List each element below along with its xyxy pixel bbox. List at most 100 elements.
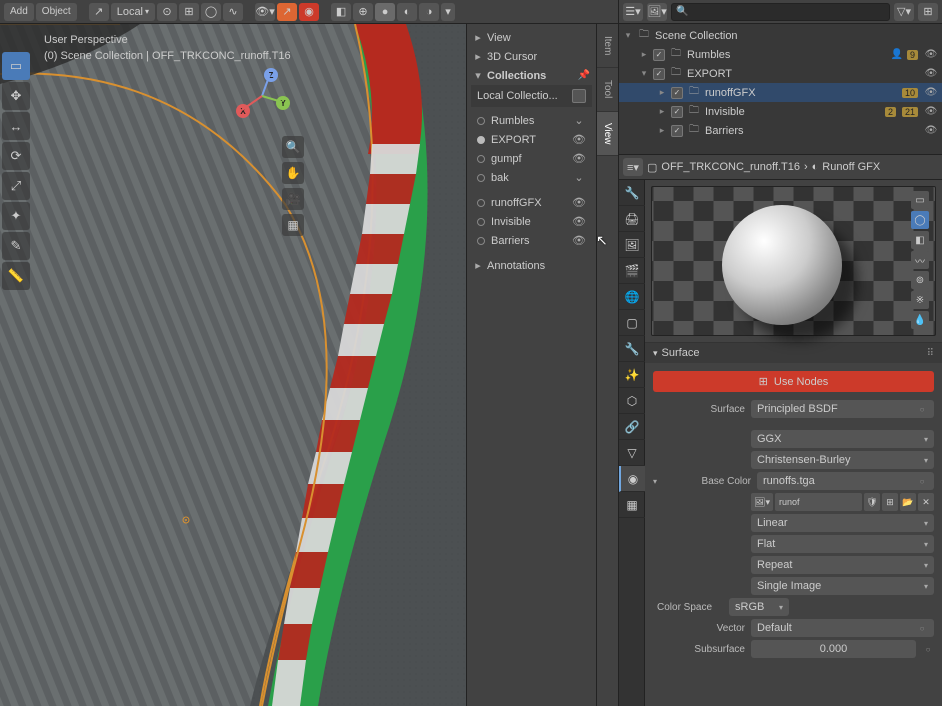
cursor-tool-icon[interactable]: ✥ (2, 82, 30, 110)
disclosure-icon[interactable]: ▸ (657, 106, 667, 117)
collection-visibility-icon[interactable]: ⌄ (572, 114, 586, 127)
gizmo-toggle-icon[interactable]: ↗ (277, 3, 297, 21)
breadcrumb-object[interactable]: OFF_TRKCONC_runoff.T16 (661, 161, 800, 173)
disclosure-icon[interactable]: ▾ (639, 68, 649, 79)
cursor-section-header[interactable]: ▸3D Cursor (471, 47, 592, 66)
base-color-texture-dropdown[interactable]: runoffs.tga○ (757, 472, 934, 490)
tab-texture-icon[interactable]: ▦ (619, 492, 645, 518)
use-nodes-button[interactable]: ⊞ Use Nodes (653, 371, 934, 392)
eye-icon[interactable]: 👁 (572, 152, 586, 165)
add-menu[interactable]: Add (4, 3, 34, 21)
tab-object-icon[interactable]: ▢ (619, 310, 645, 336)
outliner-tree[interactable]: ▾ 🗀 Scene Collection ▸ ✓ 🗀 Rumbles 👤 9 👁… (619, 24, 942, 154)
orientation-dropdown[interactable]: Local ▾ (111, 3, 155, 21)
overlay-toggle-icon[interactable]: ◉ (299, 3, 319, 21)
tab-viewlayer-icon[interactable]: 🖼 (619, 232, 645, 258)
collection-dot-icon[interactable] (477, 218, 485, 226)
camera-view-icon[interactable]: 🎥 (282, 188, 304, 210)
collection-dot-icon[interactable] (477, 199, 485, 207)
breadcrumb-material[interactable]: Runoff GFX (822, 161, 880, 173)
preview-sphere-icon[interactable]: ◯ (911, 211, 929, 229)
disclosure-icon[interactable]: ▸ (657, 87, 667, 98)
vector-dropdown[interactable]: Default○ (751, 619, 934, 637)
rotate-tool-icon[interactable]: ⟳ (2, 142, 30, 170)
tab-particles-icon[interactable]: ✨ (619, 362, 645, 388)
outliner-row[interactable]: ▸ ✓ 🗀 Barriers 👁 (619, 121, 942, 140)
outliner-new-collection-icon[interactable]: ⊞ (918, 3, 938, 21)
eye-icon[interactable]: 👁 (572, 234, 586, 247)
collection-dot-icon[interactable] (477, 237, 485, 245)
annotate-tool-icon[interactable]: ✎ (2, 232, 30, 260)
tab-constraints-icon[interactable]: 🔗 (619, 414, 645, 440)
orientation-icon[interactable]: ↗ (89, 3, 109, 21)
surface-section-header[interactable]: ▾ Surface ⠿ (645, 343, 942, 363)
pan-icon[interactable]: ✋ (282, 162, 304, 184)
image-name-field[interactable]: runof (775, 493, 862, 511)
outliner-checkbox[interactable]: ✓ (653, 49, 665, 61)
collection-row[interactable]: Invisible👁 (471, 212, 592, 231)
interpolation-dropdown[interactable]: Linear▾ (751, 514, 934, 532)
eye-icon[interactable]: 👁 (924, 106, 938, 117)
scale-tool-icon[interactable]: ⤢ (2, 172, 30, 200)
outliner-checkbox[interactable]: ✓ (671, 87, 683, 99)
outliner-search-input[interactable]: 🔍 (671, 3, 890, 21)
tab-physics-icon[interactable]: ⬡ (619, 388, 645, 414)
collection-dot-icon[interactable] (477, 174, 485, 182)
collection-dot-icon[interactable] (477, 136, 485, 144)
pin-icon[interactable]: 📌 (578, 70, 590, 81)
measure-tool-icon[interactable]: 📏 (2, 262, 30, 290)
collection-row[interactable]: runoffGFX👁 (471, 193, 592, 212)
tab-render-icon[interactable]: 🔧 (619, 180, 645, 206)
preview-shaderball-icon[interactable]: ⊚ (911, 271, 929, 289)
collection-dot-icon[interactable] (477, 117, 485, 125)
collection-row[interactable]: EXPORT👁 (471, 130, 592, 149)
local-collections-checkbox[interactable] (572, 89, 586, 103)
props-editor-icon[interactable]: ≡▾ (623, 158, 643, 176)
eye-icon[interactable]: 👁 (924, 87, 938, 98)
move-tool-icon[interactable]: ↔ (2, 112, 30, 140)
eye-icon[interactable]: 👁 (572, 215, 586, 228)
disclosure-icon[interactable]: ▸ (657, 125, 667, 136)
annotations-section-header[interactable]: ▸Annotations (471, 256, 592, 275)
material-preview[interactable]: ▭ ◯ ◧ 〰 ⊚ ※ 💧 (651, 186, 936, 336)
object-menu[interactable]: Object (36, 3, 77, 21)
preview-cloth-icon[interactable]: ※ (911, 291, 929, 309)
axis-gizmo[interactable]: Z Y X (234, 68, 290, 124)
tab-tool[interactable]: Tool (597, 68, 618, 112)
select-tool-icon[interactable]: ▭ (2, 52, 30, 80)
preview-fluid-icon[interactable]: 💧 (911, 311, 929, 329)
extension-dropdown[interactable]: Repeat▾ (751, 556, 934, 574)
zoom-icon[interactable]: 🔍 (282, 136, 304, 158)
collection-row[interactable]: Rumbles⌄ (471, 111, 592, 130)
outliner-checkbox[interactable]: ✓ (671, 106, 683, 118)
shading-wireframe-icon[interactable]: ⊕ (353, 3, 373, 21)
tab-modifiers-icon[interactable]: 🔧 (619, 336, 645, 362)
proportional-falloff-icon[interactable]: ∿ (223, 3, 243, 21)
outliner-row[interactable]: ▸ ✓ 🗀 runoffGFX 10 👁 (619, 83, 942, 102)
tab-material-icon[interactable]: ◉ (619, 466, 645, 492)
eye-icon[interactable]: 👁 (924, 68, 938, 79)
collections-section-header[interactable]: ▾Collections📌 (471, 66, 592, 85)
disclosure-icon[interactable]: ▸ (639, 49, 649, 60)
subsurface-method-dropdown[interactable]: Christensen-Burley▾ (751, 451, 934, 469)
tab-output-icon[interactable]: 🖨 (619, 206, 645, 232)
tab-world-icon[interactable]: 🌐 (619, 284, 645, 310)
shading-rendered-icon[interactable]: ◑ (419, 3, 439, 21)
viewport-3d[interactable]: ▭ ✥ ↔ ⟳ ⤢ ✦ ✎ 📏 User Perspective (0) Sce… (0, 24, 466, 706)
view-section-header[interactable]: ▸View (471, 28, 592, 47)
outliner-row[interactable]: ▸ ✓ 🗀 Invisible 2 21 👁 (619, 102, 942, 121)
collection-row[interactable]: bak⌄ (471, 168, 592, 187)
tab-scene-icon[interactable]: 🎬 (619, 258, 645, 284)
new-image-icon[interactable]: ⊞ (882, 493, 898, 511)
source-dropdown[interactable]: Single Image▾ (751, 577, 934, 595)
open-image-icon[interactable]: 📂 (900, 493, 916, 511)
shading-solid-icon[interactable]: ● (375, 3, 395, 21)
outliner-display-mode-icon[interactable]: ☰▾ (623, 3, 643, 21)
subsurface-value-field[interactable]: 0.000 (751, 640, 916, 658)
proportional-edit-icon[interactable]: ◯ (201, 3, 221, 21)
outliner-row[interactable]: ▸ ✓ 🗀 Rumbles 👤 9 👁 (619, 45, 942, 64)
shading-dropdown-icon[interactable]: ▾ (441, 3, 455, 21)
outliner-view-icon[interactable]: 🖼▾ (647, 3, 667, 21)
tab-data-icon[interactable]: ▽ (619, 440, 645, 466)
tab-view[interactable]: View (597, 112, 618, 156)
